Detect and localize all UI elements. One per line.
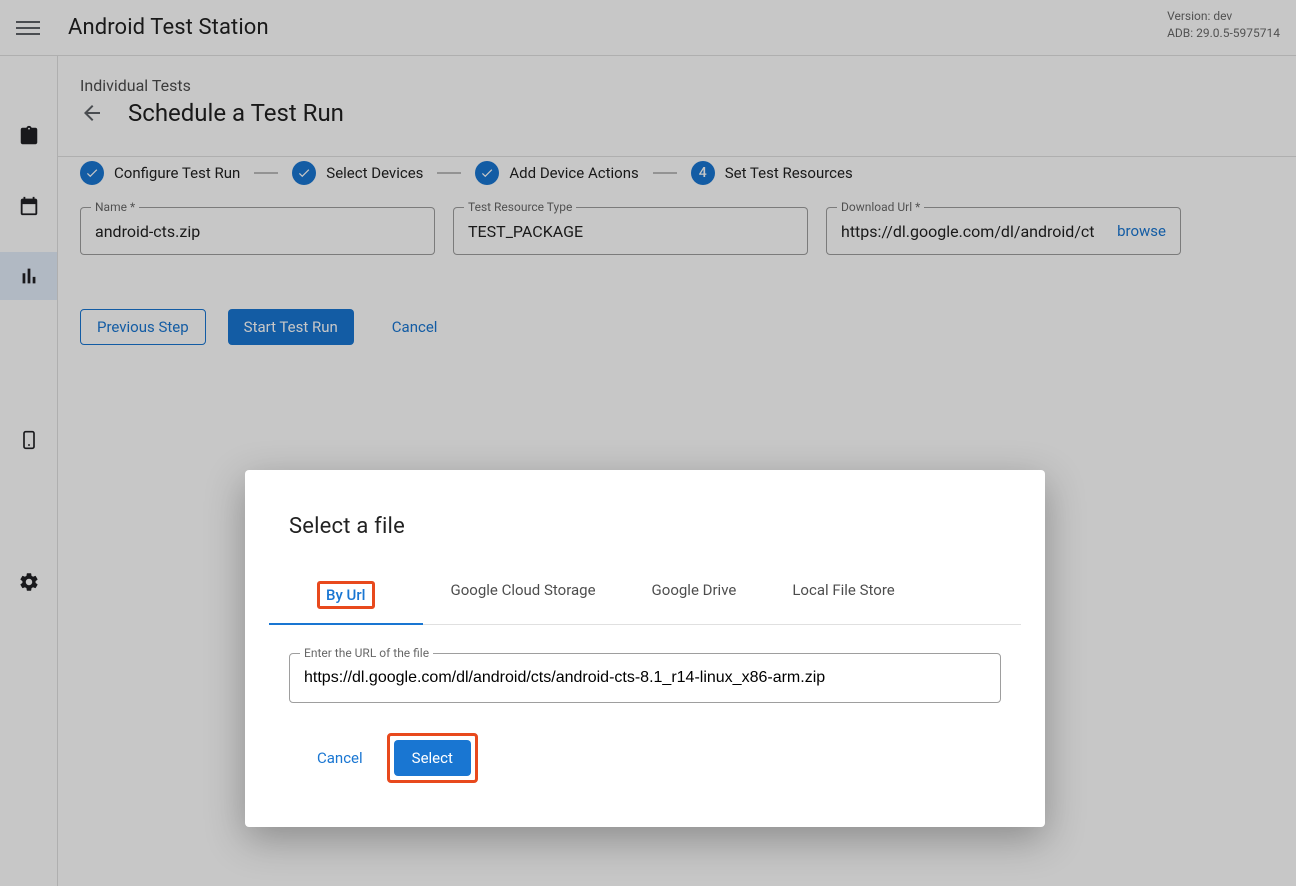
dialog-tabs: By Url Google Cloud Storage Google Drive… xyxy=(269,567,1021,625)
url-input[interactable] xyxy=(304,669,986,687)
dialog-title: Select a file xyxy=(289,514,1001,539)
dialog-actions: Cancel Select xyxy=(301,733,1001,783)
dialog-select-button[interactable]: Select xyxy=(394,740,471,776)
tab-drive[interactable]: Google Drive xyxy=(624,567,765,624)
select-file-dialog: Select a file By Url Google Cloud Storag… xyxy=(245,470,1045,827)
tab-local[interactable]: Local File Store xyxy=(764,567,922,624)
dialog-cancel-button[interactable]: Cancel xyxy=(301,740,379,776)
url-input-field[interactable]: Enter the URL of the file xyxy=(289,653,1001,703)
field-label: Enter the URL of the file xyxy=(300,646,433,660)
tab-label: By Url xyxy=(326,586,366,604)
highlight-box: Select xyxy=(387,733,478,783)
tab-label: Google Cloud Storage xyxy=(451,581,596,599)
tab-label: Local File Store xyxy=(792,581,894,599)
tab-by-url[interactable]: By Url xyxy=(269,567,423,625)
highlight-box: By Url xyxy=(317,581,375,609)
tab-label: Google Drive xyxy=(652,581,737,599)
tab-gcs[interactable]: Google Cloud Storage xyxy=(423,567,624,624)
